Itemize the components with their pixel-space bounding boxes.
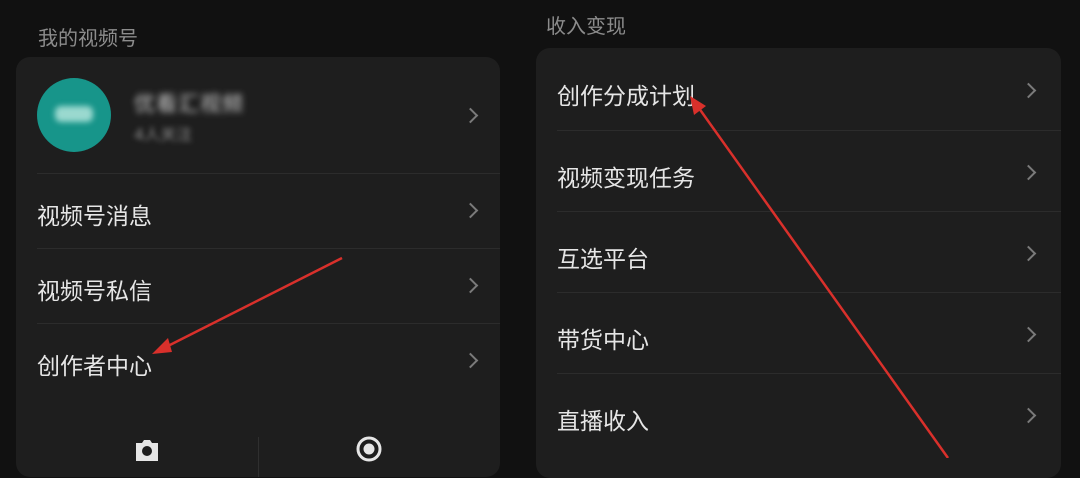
menu-item-label: 视频变现任务 (557, 166, 695, 192)
monetization-section-title: 收入变现 (546, 14, 626, 38)
chevron-right-icon (462, 202, 479, 219)
menu-item-creator-center[interactable]: 创作者中心 (16, 324, 500, 398)
menu-item-video-monetization-tasks[interactable]: 视频变现任务 (536, 131, 1061, 211)
monetization-card: 创作分成计划 视频变现任务 互选平台 带货中心 直播收入 (536, 48, 1061, 478)
menu-item-mutual-selection-platform[interactable]: 互选平台 (536, 212, 1061, 292)
menu-item-sales-center[interactable]: 带货中心 (536, 293, 1061, 373)
menu-item-label: 创作者中心 (37, 354, 152, 380)
chevron-right-icon (1020, 326, 1037, 343)
my-channels-card: 优看汇视频 4人关注 视频号消息 视频号私信 创作者中心 (16, 57, 500, 477)
chevron-right-icon (1020, 245, 1037, 262)
chevron-right-icon (1020, 407, 1037, 424)
menu-item-label: 互选平台 (557, 247, 649, 273)
channel-followers: 4人关注 (134, 125, 193, 144)
menu-item-label: 直播收入 (557, 409, 649, 435)
chevron-right-icon (1020, 164, 1037, 181)
channel-name: 优看汇视频 (134, 92, 244, 116)
chevron-right-icon (462, 107, 479, 124)
camera-icon[interactable] (133, 437, 161, 461)
menu-item-creator-revenue-plan[interactable]: 创作分成计划 (536, 48, 1061, 130)
menu-item-label: 视频号消息 (37, 204, 152, 230)
menu-item-label: 创作分成计划 (557, 84, 695, 110)
chevron-right-icon (462, 352, 479, 369)
avatar (37, 78, 111, 152)
my-channels-section-title: 我的视频号 (38, 26, 138, 50)
menu-item-live-income[interactable]: 直播收入 (536, 374, 1061, 454)
divider (258, 437, 259, 477)
menu-item-channel-private-messages[interactable]: 视频号私信 (16, 249, 500, 323)
menu-item-channel-messages[interactable]: 视频号消息 (16, 174, 500, 248)
channel-profile-row[interactable]: 优看汇视频 4人关注 (16, 57, 500, 173)
chevron-right-icon (1020, 82, 1037, 99)
menu-item-label: 视频号私信 (37, 279, 152, 305)
record-icon[interactable] (355, 435, 383, 463)
menu-item-label: 带货中心 (557, 328, 649, 354)
chevron-right-icon (462, 277, 479, 294)
